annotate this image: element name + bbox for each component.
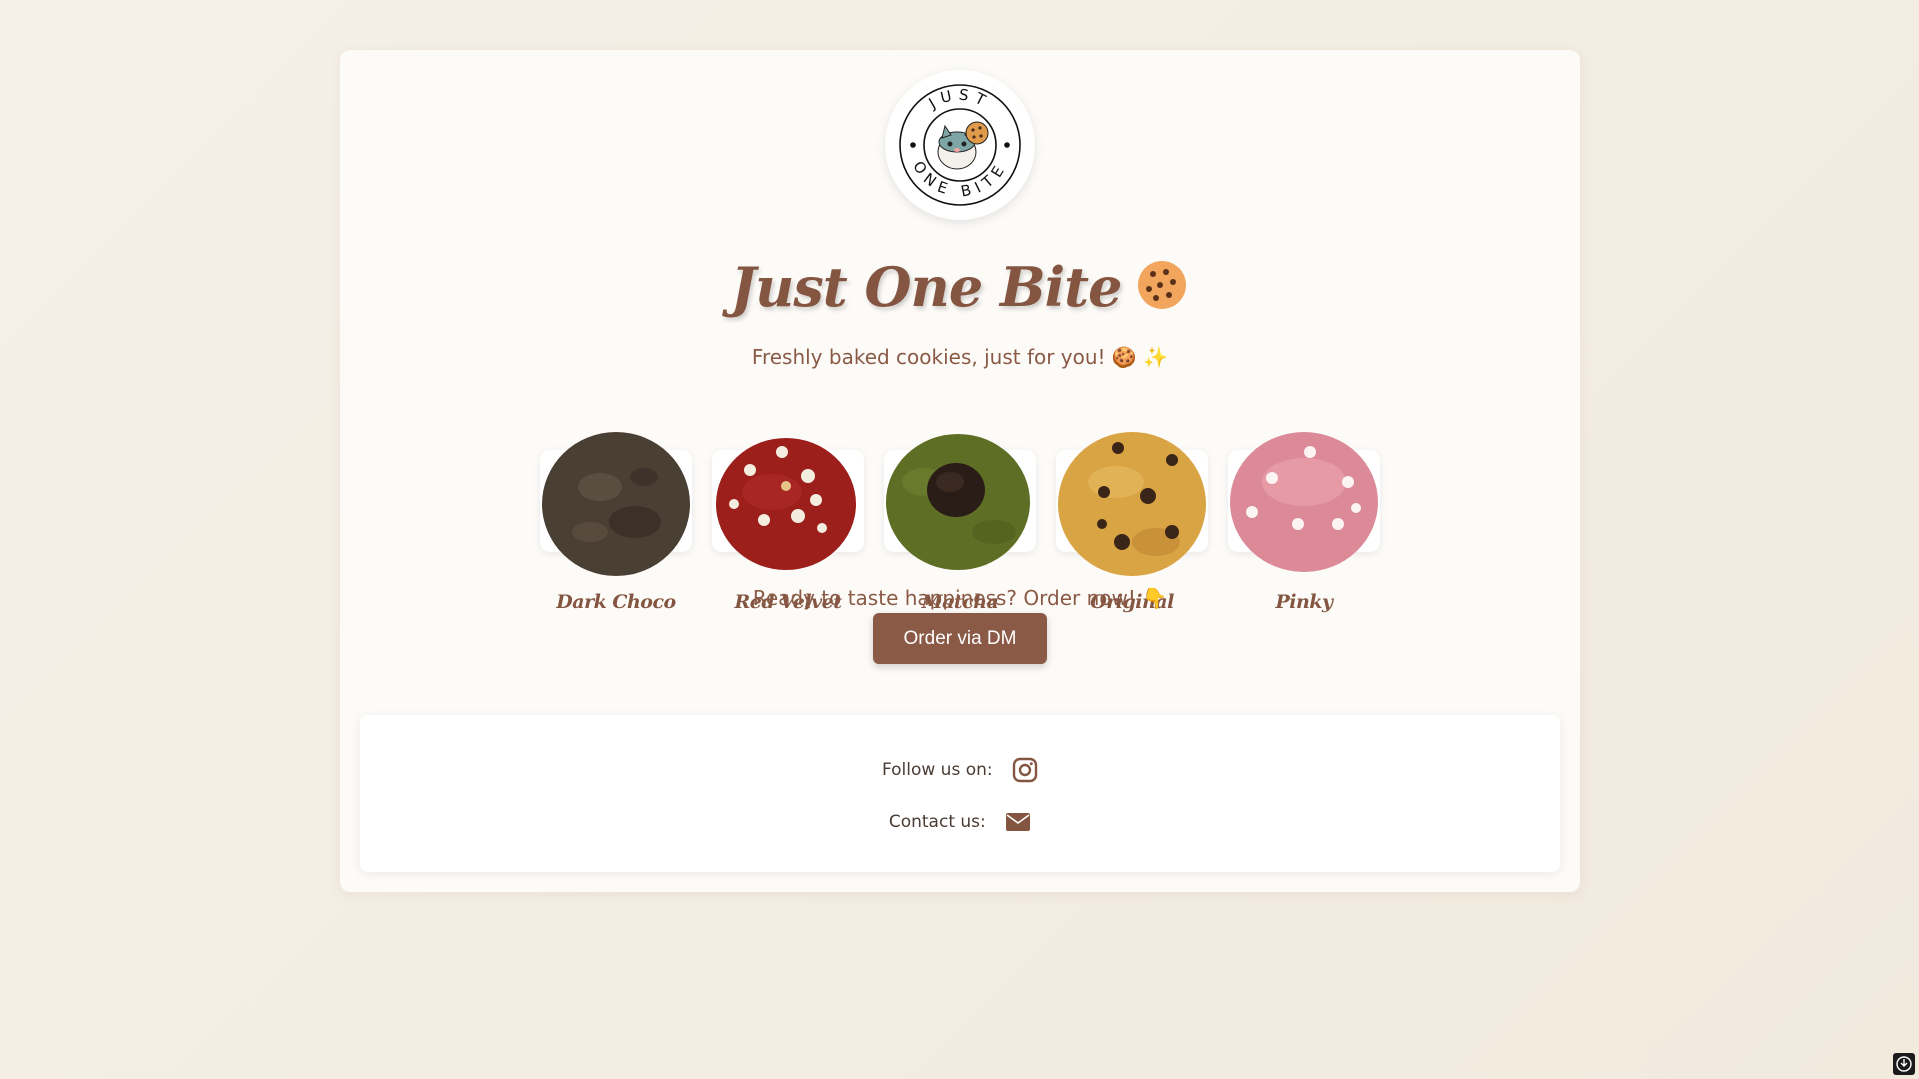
contact-row: Contact us:	[360, 809, 1560, 835]
contact-label: Contact us:	[888, 812, 986, 832]
cookie-emoji-icon	[1135, 258, 1189, 325]
cookie-card-matcha[interactable]: Matcha	[884, 380, 1036, 613]
order-via-dm-button[interactable]: Order via DM	[873, 613, 1047, 664]
tagline: Freshly baked cookies, just for you! 🍪 ✨	[751, 345, 1169, 369]
cookie-card-pinky[interactable]: Pinky	[1228, 380, 1380, 613]
instagram-icon[interactable]	[1012, 757, 1038, 783]
envelope-icon[interactable]	[1005, 809, 1031, 835]
brand-logo: JUST ONE BITE	[885, 70, 1035, 220]
cookie-card-red-velvet[interactable]: Red Velvet	[712, 380, 864, 613]
red-velvet-cookie-image	[716, 438, 856, 570]
pinky-cookie-image	[1230, 432, 1378, 572]
original-cookie-image	[1058, 432, 1206, 576]
cta-text: Ready to taste happiness? Order now! 👇	[752, 586, 1168, 610]
cookie-card-original[interactable]: Original	[1056, 380, 1208, 613]
main-card: JUST ONE BITE Just One Bite Freshly bake…	[340, 50, 1580, 892]
title-text: Just One Bite	[730, 255, 1123, 319]
page-title: Just One Bite	[340, 255, 1580, 325]
follow-label: Follow us on:	[881, 760, 993, 780]
dark-choco-cookie-image	[542, 432, 690, 576]
footer: Follow us on: Contact us:	[360, 715, 1560, 872]
matcha-cookie-image	[886, 434, 1030, 570]
logo-badge-icon: JUST ONE BITE	[899, 84, 1021, 206]
cookie-card-dark-choco[interactable]: Dark Choco	[540, 380, 692, 613]
cookie-gallery: Dark Choco Red Velvet Matcha Original Pi…	[540, 380, 1400, 620]
extension-icon[interactable]	[1893, 1053, 1915, 1075]
follow-row: Follow us on:	[360, 757, 1560, 783]
